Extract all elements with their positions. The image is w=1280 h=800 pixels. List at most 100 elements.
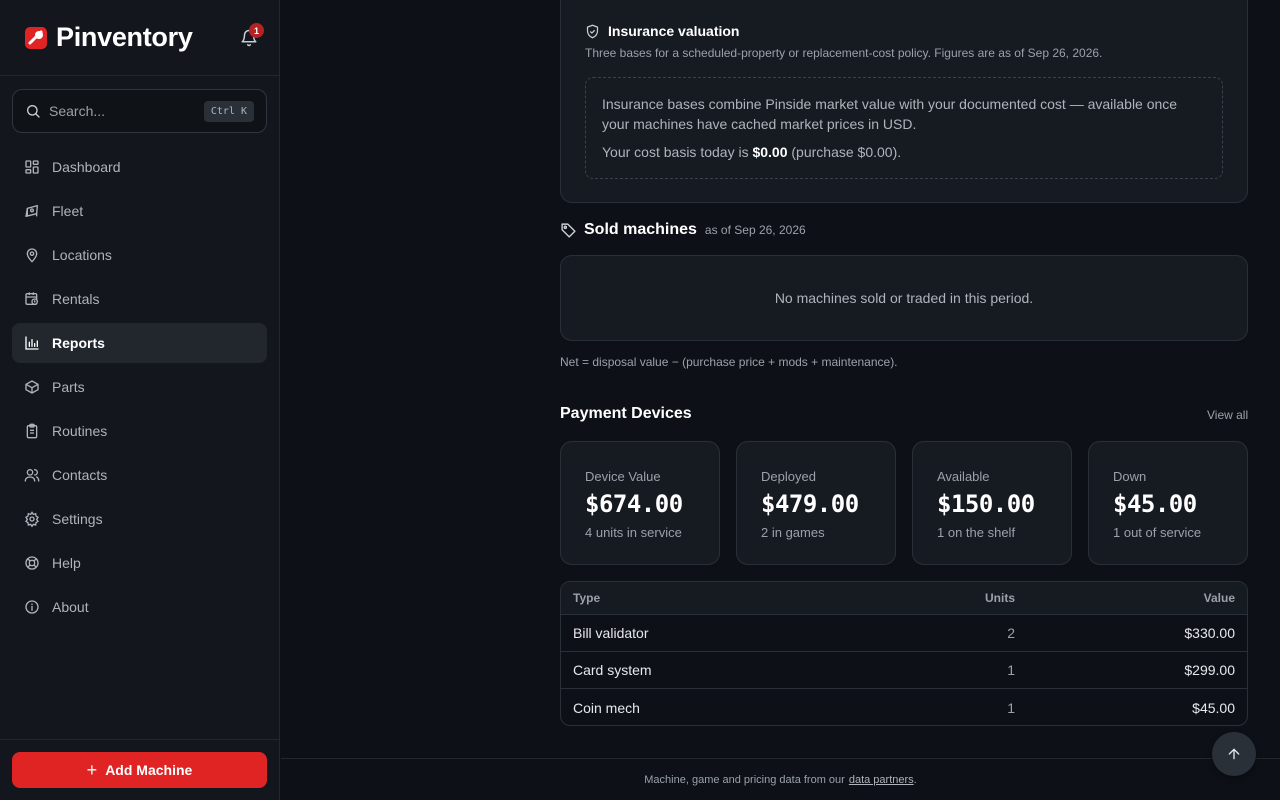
sidebar-item-label: Help bbox=[52, 555, 81, 571]
scroll-to-top-button[interactable] bbox=[1212, 732, 1256, 776]
users-icon bbox=[24, 469, 40, 482]
sidebar-item-label: Fleet bbox=[52, 203, 84, 219]
notification-badge: 1 bbox=[249, 23, 264, 38]
page-footer: Machine, game and pricing data from our … bbox=[281, 758, 1280, 800]
shield-check-icon bbox=[586, 24, 599, 38]
header-units: Units bbox=[985, 591, 1015, 605]
stat-value: $45.00 bbox=[1113, 490, 1197, 518]
sidebar-item-label: Locations bbox=[52, 247, 112, 263]
map-pin-icon bbox=[26, 248, 38, 263]
net-formula-note: Net = disposal value − (purchase price +… bbox=[560, 355, 898, 369]
sidebar-item-about[interactable]: About bbox=[12, 587, 267, 627]
header-type: Type bbox=[573, 591, 601, 605]
cell-type: Coin mech bbox=[573, 699, 640, 716]
insurance-title: Insurance valuation bbox=[585, 23, 739, 39]
table-row[interactable]: Card system 1 $299.00 bbox=[561, 652, 1247, 689]
cell-value: $45.00 bbox=[1192, 699, 1235, 716]
sold-machines-header: Sold machines as of Sep 26, 2026 bbox=[560, 221, 806, 239]
footer-end: . bbox=[913, 773, 917, 786]
stat-label: Device Value bbox=[585, 469, 661, 484]
sidebar-item-help[interactable]: Help bbox=[12, 543, 267, 583]
stat-card-available: Available $150.00 1 on the shelf bbox=[912, 441, 1072, 565]
cell-value: $299.00 bbox=[1184, 662, 1235, 678]
search-placeholder: Search... bbox=[49, 103, 106, 119]
arrow-up-icon bbox=[1228, 748, 1240, 760]
sold-machines-empty-state: No machines sold or traded in this perio… bbox=[560, 255, 1248, 341]
sidebar-item-contacts[interactable]: Contacts bbox=[12, 455, 267, 495]
sidebar-item-locations[interactable]: Locations bbox=[12, 235, 267, 275]
brand-header: Pinventory 1 bbox=[0, 0, 279, 76]
sidebar-nav: Dashboard Fleet Locations Rentals Report… bbox=[12, 147, 267, 631]
table-row[interactable]: Coin mech 1 $45.00 bbox=[561, 689, 1247, 725]
data-partners-link[interactable]: data partners bbox=[849, 774, 914, 786]
insurance-subtitle: Three bases for a scheduled-property or … bbox=[585, 46, 1103, 60]
sidebar-item-label: Reports bbox=[52, 335, 105, 351]
sidebar-item-label: Routines bbox=[52, 423, 108, 439]
sidebar-item-parts[interactable]: Parts bbox=[12, 367, 267, 407]
view-all-link[interactable]: View all bbox=[1207, 408, 1248, 422]
insurance-valuation-card: Insurance valuation Three bases for a sc… bbox=[560, 0, 1248, 203]
box-icon bbox=[25, 380, 39, 394]
sidebar-item-reports[interactable]: Reports bbox=[12, 323, 267, 363]
insurance-title-text: Insurance valuation bbox=[608, 23, 740, 39]
insurance-info-box: Insurance bases combine Pinside market v… bbox=[585, 77, 1223, 179]
stat-sub: 2 in games bbox=[761, 525, 825, 540]
stat-label: Deployed bbox=[761, 469, 816, 484]
sidebar: Pinventory 1 Search... Ctrl K Dashboard … bbox=[0, 0, 280, 800]
search-shortcut: Ctrl K bbox=[203, 100, 254, 122]
cell-type: Card system bbox=[573, 662, 652, 678]
table-row[interactable]: Bill validator 2 $330.00 bbox=[561, 615, 1247, 652]
search-icon bbox=[27, 105, 40, 118]
payment-devices-title: Payment Devices bbox=[560, 405, 692, 422]
pinventory-logo-icon[interactable] bbox=[24, 26, 48, 50]
stat-card-down: Down $45.00 1 out of service bbox=[1088, 441, 1248, 565]
cell-units: 1 bbox=[1007, 662, 1015, 678]
sidebar-item-routines[interactable]: Routines bbox=[12, 411, 267, 451]
tag-icon bbox=[561, 222, 576, 238]
stat-sub: 1 out of service bbox=[1113, 525, 1202, 540]
stat-sub: 1 on the shelf bbox=[937, 525, 1016, 540]
stat-card-device-value: Device Value $674.00 4 units in service bbox=[560, 441, 720, 565]
sidebar-item-fleet[interactable]: Fleet bbox=[12, 191, 267, 231]
stat-value: $674.00 bbox=[585, 490, 683, 518]
stat-value: $479.00 bbox=[761, 490, 859, 518]
sidebar-item-rentals[interactable]: Rentals bbox=[12, 279, 267, 319]
sidebar-item-label: Settings bbox=[52, 511, 103, 527]
cell-units: 1 bbox=[1007, 699, 1015, 716]
calendar-clock-icon bbox=[25, 292, 38, 305]
gear-icon bbox=[25, 511, 39, 527]
dashboard-icon bbox=[25, 160, 39, 174]
pinball-icon bbox=[25, 205, 38, 217]
sidebar-footer: + Add Machine bbox=[0, 739, 279, 800]
sidebar-item-dashboard[interactable]: Dashboard bbox=[12, 147, 267, 187]
payment-devices-table: Type Units Value Bill validator 2 $330.0… bbox=[560, 581, 1248, 726]
cell-value: $330.00 bbox=[1184, 625, 1235, 641]
bar-chart-icon bbox=[25, 336, 39, 350]
main-content: Insurance valuation Three bases for a sc… bbox=[281, 0, 1280, 800]
cost-basis-value: $0.00 bbox=[752, 144, 788, 160]
sidebar-item-settings[interactable]: Settings bbox=[12, 499, 267, 539]
add-machine-label: Add Machine bbox=[105, 762, 193, 778]
plus-icon: + bbox=[86, 759, 98, 780]
sidebar-item-label: Dashboard bbox=[52, 159, 121, 175]
cell-type: Bill validator bbox=[573, 625, 649, 641]
sidebar-item-label: Contacts bbox=[52, 467, 108, 483]
stat-label: Available bbox=[937, 469, 990, 484]
sold-machines-title: Sold machines bbox=[584, 221, 697, 238]
cell-units: 2 bbox=[1007, 625, 1015, 641]
cost-basis-suffix: (purchase $0.00). bbox=[791, 144, 902, 160]
brand-name[interactable]: Pinventory bbox=[56, 22, 193, 53]
search-input[interactable]: Search... Ctrl K bbox=[12, 89, 267, 133]
stat-card-deployed: Deployed $479.00 2 in games bbox=[736, 441, 896, 565]
info-icon bbox=[25, 600, 39, 614]
sidebar-item-label: Parts bbox=[52, 379, 85, 395]
footer-text: Machine, game and pricing data from our bbox=[644, 773, 845, 786]
sidebar-item-label: Rentals bbox=[52, 291, 100, 307]
stat-sub: 4 units in service bbox=[585, 525, 682, 540]
cost-basis-prefix: Your cost basis today is bbox=[602, 144, 749, 160]
header-value: Value bbox=[1203, 591, 1235, 605]
lifebuoy-icon bbox=[25, 556, 39, 570]
clipboard-icon bbox=[26, 423, 38, 439]
cost-basis-line: Your cost basis today is $0.00 (purchase… bbox=[602, 142, 1206, 162]
add-machine-button[interactable]: + Add Machine bbox=[12, 752, 267, 788]
